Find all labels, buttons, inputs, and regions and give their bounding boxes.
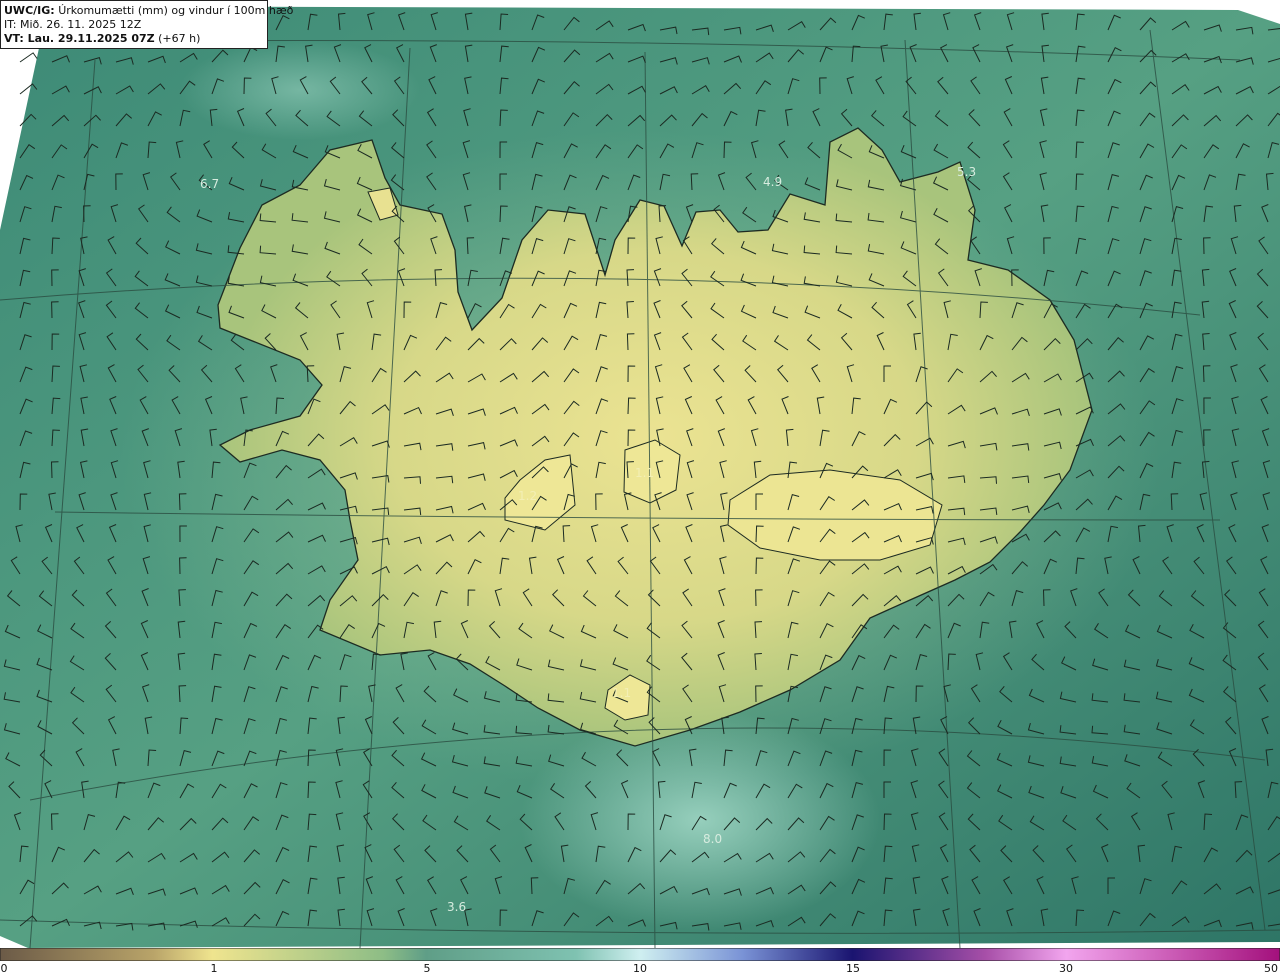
lead-time: (+67 h)	[158, 32, 201, 45]
colorbar-tick: 30	[1059, 962, 1073, 975]
model-label: UWC/IG:	[4, 4, 55, 17]
map-svg: 6.7 4.9 5.3 1.1 1.2 1.1 8.0 3.6	[0, 6, 1280, 949]
valid-time: VT: Lau. 29.11.2025 07Z	[4, 32, 155, 45]
colorbar-tick: 15	[846, 962, 860, 975]
init-time: IT: Mið. 26. 11. 2025 12Z	[4, 18, 142, 31]
colorbar-tick: 0	[0, 962, 8, 975]
colorbar-tick: 50	[1264, 962, 1278, 975]
colorbar-tick: 1	[210, 962, 218, 975]
precip-label: 8.0	[703, 832, 722, 846]
precip-label: 1.1	[612, 686, 631, 700]
colorbar-tick: 5	[423, 962, 431, 975]
colorbar-ticks: 0 1 5 10 15 30 50	[0, 962, 1280, 978]
north-precip-band	[180, 40, 420, 140]
precip-label: 1.1	[635, 466, 654, 480]
map-description: Úrkomumætti (mm) og vindur í 100m hæð	[58, 4, 294, 17]
title-line: UWC/IG: Úrkomumætti (mm) og vindur í 100…	[4, 4, 293, 18]
precip-label: 1.2	[518, 489, 537, 503]
precipitation-wind-map: 6.7 4.9 5.3 1.1 1.2 1.1 8.0 3.6	[0, 0, 1280, 949]
wind-barb	[19, 52, 38, 63]
precip-label: 6.7	[200, 177, 219, 191]
colorbar-tick: 10	[633, 962, 647, 975]
valid-time-line: VT: Lau. 29.11.2025 07Z (+67 h)	[4, 32, 264, 46]
colorbar	[0, 948, 1280, 961]
precip-label: 5.3	[957, 165, 976, 179]
info-box: UWC/IG: Úrkomumætti (mm) og vindur í 100…	[0, 0, 293, 49]
precip-label: 4.9	[763, 175, 782, 189]
precip-label: 3.6	[447, 900, 466, 914]
